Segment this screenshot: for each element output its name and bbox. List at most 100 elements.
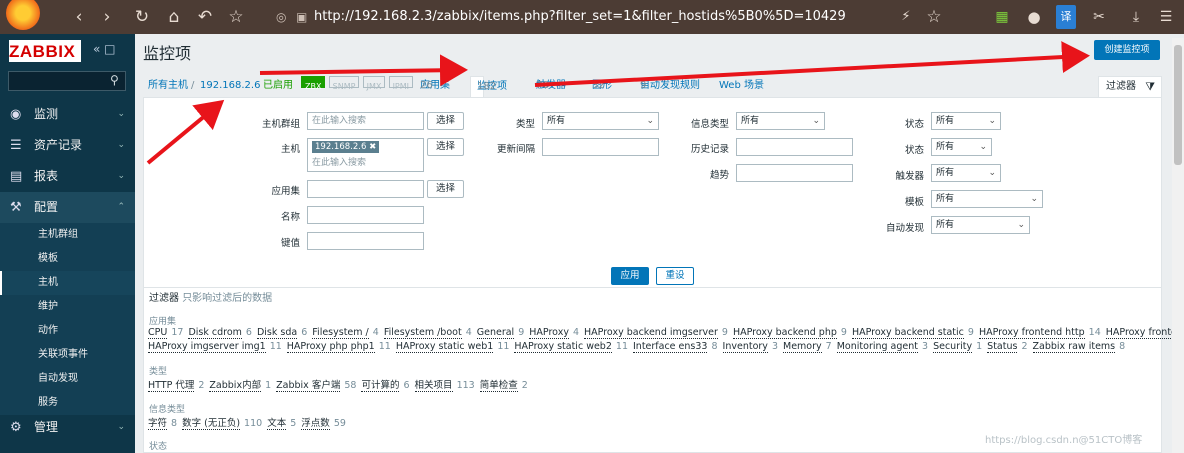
search-icon[interactable]: ⚲ (110, 73, 119, 87)
info-type-select[interactable]: 所有 ⌄ (736, 112, 825, 130)
triggers-select[interactable]: 所有 ⌄ (931, 164, 1001, 182)
subfilter-link[interactable]: 简单检查 (479, 380, 518, 392)
application-input[interactable] (307, 180, 424, 198)
subfilter-panel: 过滤器 只影响过滤后的数据 应用集 CPU 17 Disk cdrom 6 Disk… (143, 288, 1184, 453)
forward-icon[interactable]: › (95, 5, 119, 29)
bolt-icon[interactable]: ⚡ (894, 5, 918, 29)
subfilter-link[interactable]: HAProxy backend static (851, 327, 964, 339)
subfilter-count: 6 (298, 327, 308, 338)
grid-icon[interactable]: ▦ (990, 5, 1014, 29)
interval-input[interactable] (542, 138, 659, 156)
application-select-button[interactable]: 选择 (427, 180, 464, 198)
menu-icon[interactable]: ☰ (1154, 5, 1178, 29)
type-select[interactable]: 所有 ⌄ (542, 112, 659, 130)
subfilter-link[interactable]: Zabbix raw items (1032, 341, 1116, 353)
star-icon[interactable]: ☆ (922, 5, 946, 29)
subfilter-link[interactable]: HAProxy backend php (732, 327, 837, 339)
global-search-input[interactable] (8, 71, 126, 91)
subfilter-link[interactable]: Inventory (722, 341, 768, 353)
apply-button[interactable]: 应用 (611, 267, 649, 285)
state-select[interactable]: 所有 ⌄ (931, 138, 992, 156)
breadcrumb-host[interactable]: 192.168.2.6 (200, 76, 260, 96)
subfilter-link[interactable]: HAProxy (529, 327, 569, 339)
subfilter-link[interactable]: Filesystem / (312, 327, 369, 339)
breadcrumb-all-hosts[interactable]: 所有主机 (148, 76, 188, 96)
subfilter-link[interactable]: HAProxy frontend http (978, 327, 1085, 339)
submenu-maintenance[interactable]: 维护 (0, 295, 135, 319)
submenu-hosts[interactable]: 主机 (0, 271, 135, 295)
subfilter-link[interactable]: HAProxy php php1 (286, 341, 375, 353)
subfilter-link[interactable]: 相关项目 (414, 380, 453, 392)
menu-configuration[interactable]: ⚒ 配置 ⌃ (0, 192, 135, 223)
subfilter-link[interactable]: HAProxy backend imgserver (584, 327, 718, 339)
submenu-discovery[interactable]: 自动发现 (0, 367, 135, 391)
template-select[interactable]: 所有 ⌄ (931, 190, 1043, 208)
collapse-sidebar-icon[interactable]: « □ (93, 42, 116, 56)
discovery-select[interactable]: 所有 ⌄ (931, 216, 1030, 234)
subfilter-link[interactable]: HAProxy imgserver img1 (148, 341, 266, 353)
key-label: 键值 (280, 238, 300, 249)
name-input[interactable] (307, 206, 424, 224)
home-icon[interactable]: ⌂ (162, 5, 186, 29)
subfilter-link[interactable]: General (476, 327, 515, 339)
subfilter-title-text: 过滤器 (149, 293, 179, 304)
trends-input[interactable] (736, 164, 853, 182)
key-input[interactable] (307, 232, 424, 250)
status-select[interactable]: 所有 ⌄ (931, 112, 1001, 130)
subfilter-link[interactable]: HAProxy static web1 (395, 341, 494, 353)
subfilter-link[interactable]: Interface ens33 (633, 341, 708, 353)
subfilter-link[interactable]: Status (987, 341, 1018, 353)
subfilter-link[interactable]: 可计算的 (361, 380, 400, 392)
host-group-select-button[interactable]: 选择 (427, 112, 464, 130)
subfilter-link[interactable]: 字符 (148, 418, 168, 430)
status-enabled[interactable]: 已启用 (263, 76, 293, 96)
subfilter-link[interactable]: Zabbix内部 (209, 380, 262, 392)
host-select-button[interactable]: 选择 (427, 138, 464, 156)
menu-reports[interactable]: ▤ 报表 ⌄ (0, 161, 135, 192)
submenu-templates[interactable]: 模板 (0, 247, 135, 271)
browser-toolbar: ‹ › ↻ ⌂ ↶ ☆ ◎ ▣ http://192.168.2.3/zabbi… (0, 0, 1184, 34)
tab-items[interactable]: 监控项 182 (470, 76, 507, 97)
undo-icon[interactable]: ↶ (193, 5, 217, 29)
create-item-button[interactable]: 创建监控项 (1094, 40, 1160, 60)
reload-icon[interactable]: ↻ (130, 5, 154, 29)
submenu-actions[interactable]: 动作 (0, 319, 135, 343)
filter-tab[interactable]: 过滤器 ⧩ (1098, 76, 1162, 97)
subfilter-link[interactable]: Disk cdrom (188, 327, 242, 339)
subfilter-link[interactable]: 浮点数 (301, 418, 330, 430)
subfilter-link[interactable]: 数字 (无正负) (182, 418, 241, 430)
menu-administration[interactable]: ⚙ 管理 ⌄ (0, 412, 135, 443)
subfilter-link[interactable]: CPU (148, 327, 168, 339)
subfilter-link[interactable]: Disk sda (256, 327, 298, 339)
zbx-badge: ZBX (301, 76, 326, 91)
menu-monitoring[interactable]: ◉ 监测 ⌄ (0, 99, 135, 130)
subfilter-link[interactable]: Memory (783, 341, 822, 353)
globe-icon[interactable]: ● (1022, 5, 1046, 29)
subfilter-link[interactable]: Security (933, 341, 973, 353)
submenu-correlation[interactable]: 关联项事件 (0, 343, 135, 367)
host-group-input[interactable]: 在此输入搜索 (307, 112, 424, 130)
submenu-host-groups[interactable]: 主机群组 (0, 223, 135, 247)
subfilter-link[interactable]: Zabbix 客户端 (276, 380, 341, 392)
subfilter-link[interactable]: 文本 (267, 418, 287, 430)
translate-icon[interactable]: 译 (1056, 5, 1076, 29)
star-icon[interactable]: ☆ (224, 5, 248, 29)
tab-web-scenarios[interactable]: Web 场景 (719, 76, 764, 96)
subfilter-link[interactable]: Monitoring agent (836, 341, 918, 353)
reset-button[interactable]: 重设 (656, 267, 694, 285)
host-multiselect[interactable]: 192.168.2.6 ✖ 在此输入搜索 (307, 138, 424, 172)
scissors-icon[interactable]: ✂ (1087, 5, 1111, 29)
address-bar[interactable]: ◎ ▣ http://192.168.2.3/zabbix/items.php?… (258, 4, 858, 30)
menu-inventory[interactable]: ☰ 资产记录 ⌄ (0, 130, 135, 161)
back-icon[interactable]: ‹ (67, 5, 91, 29)
history-input[interactable] (736, 138, 853, 156)
info-section-label: 信息类型 (149, 405, 186, 415)
host-tag[interactable]: 192.168.2.6 ✖ (312, 141, 380, 153)
download-icon[interactable]: ⤓ (1124, 5, 1148, 29)
subfilter-link[interactable]: HTTP 代理 (148, 380, 195, 392)
chevron-down-icon: ⌄ (646, 116, 654, 126)
subfilter-link[interactable]: HAProxy static web2 (514, 341, 612, 353)
remove-icon[interactable]: ✖ (369, 142, 376, 152)
scrollbar-thumb[interactable] (1174, 45, 1182, 165)
subfilter-link[interactable]: Filesystem /boot (383, 327, 462, 339)
